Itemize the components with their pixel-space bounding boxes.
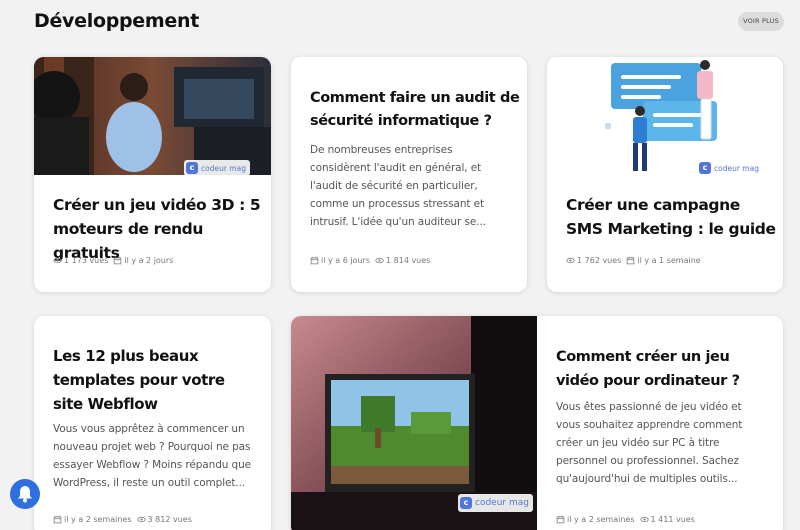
article-title[interactable]: Les 12 plus beaux templates pour votre s… xyxy=(53,344,253,416)
see-more-button[interactable]: VOIR PLUS xyxy=(738,12,784,31)
article-card[interactable]: c codeur mag Créer un jeu vidéo 3D : 5 m… xyxy=(34,57,271,292)
date-stat: il y a 2 jours xyxy=(113,256,173,265)
article-card[interactable]: Comment faire un audit de sécurité infor… xyxy=(291,57,527,292)
codeur-mag-logo: c codeur mag xyxy=(458,494,533,512)
office-photo-image xyxy=(34,57,271,175)
brand-logo-letter: c xyxy=(186,162,198,174)
article-title[interactable]: Créer une campagne SMS Marketing : le gu… xyxy=(566,193,776,241)
eye-icon xyxy=(639,516,649,523)
views-stat: 3 812 vues xyxy=(136,515,192,524)
eye-icon xyxy=(375,257,384,264)
calendar-icon xyxy=(556,515,565,524)
views-stat: 1 762 vues xyxy=(566,256,621,265)
eye-icon xyxy=(566,257,575,264)
eye-icon xyxy=(53,257,62,264)
calendar-icon xyxy=(627,256,635,265)
brand-logo-letter: c xyxy=(460,497,472,509)
article-thumbnail[interactable]: c codeur mag xyxy=(547,57,783,175)
article-thumbnail[interactable]: c codeur mag xyxy=(291,316,537,530)
brand-name: codeur mag xyxy=(201,163,246,173)
article-meta: il y a 6 jours 1 814 vues xyxy=(310,256,430,265)
views-count: 1 762 vues xyxy=(577,256,622,265)
article-card[interactable]: c codeur mag Comment créer un jeu vidéo … xyxy=(291,316,783,530)
date-stat: il y a 2 semaines xyxy=(556,515,635,524)
publish-date: il y a 6 jours xyxy=(321,256,370,265)
views-count: 3 812 vues xyxy=(147,515,192,524)
views-stat: 1 411 vues xyxy=(639,515,695,524)
date-stat: il y a 2 semaines xyxy=(53,515,132,524)
calendar-icon xyxy=(114,256,122,265)
article-meta: 1 762 vues il y a 1 semaine xyxy=(566,256,701,265)
sms-illustration-image xyxy=(547,57,783,175)
article-meta: il y a 2 semaines 1 411 vues xyxy=(556,515,695,524)
article-title[interactable]: Comment faire un audit de sécurité infor… xyxy=(310,87,520,133)
section-title: Développement xyxy=(34,10,199,32)
article-card[interactable]: c codeur mag Créer une campagne SMS Mark… xyxy=(547,57,783,292)
eye-icon xyxy=(136,516,146,523)
publish-date: il y a 2 semaines xyxy=(64,515,132,524)
calendar-icon xyxy=(310,256,319,265)
article-meta: il y a 2 semaines 3 812 vues xyxy=(53,515,192,524)
article-title[interactable]: Créer un jeu vidéo 3D : 5 moteurs de ren… xyxy=(53,193,263,265)
article-thumbnail[interactable]: c codeur mag xyxy=(34,57,271,175)
views-count: 1 411 vues xyxy=(650,515,695,524)
article-meta: 1 173 vues il y a 2 jours xyxy=(53,256,173,265)
article-card[interactable]: Les 12 plus beaux templates pour votre s… xyxy=(34,316,271,530)
codeur-mag-logo: c codeur mag xyxy=(697,160,763,175)
publish-date: il y a 2 semaines xyxy=(567,515,635,524)
publish-date: il y a 1 semaine xyxy=(637,256,701,265)
calendar-icon xyxy=(53,515,62,524)
brand-logo-letter: c xyxy=(699,162,711,174)
codeur-mag-logo: c codeur mag xyxy=(184,160,250,175)
article-title[interactable]: Comment créer un jeu vidéo pour ordinate… xyxy=(556,345,766,393)
article-excerpt: De nombreuses entreprises considèrent l'… xyxy=(310,144,486,228)
bell-icon xyxy=(18,486,32,503)
publish-date: il y a 2 jours xyxy=(124,256,174,265)
date-stat: il y a 6 jours xyxy=(310,256,370,265)
views-stat: 1 173 vues xyxy=(53,256,108,265)
article-excerpt: Vous vous apprêtez à commencer un nouvea… xyxy=(53,423,252,489)
article-excerpt: Vous êtes passionné de jeu vidéo et vous… xyxy=(556,401,743,485)
views-count: 1 173 vues xyxy=(64,256,109,265)
brand-name: codeur mag xyxy=(714,163,759,173)
views-stat: 1 814 vues xyxy=(375,256,430,265)
date-stat: il y a 1 semaine xyxy=(626,256,701,265)
views-count: 1 814 vues xyxy=(386,256,431,265)
notification-bell-button[interactable] xyxy=(10,479,40,509)
brand-name: codeur mag xyxy=(475,498,529,508)
